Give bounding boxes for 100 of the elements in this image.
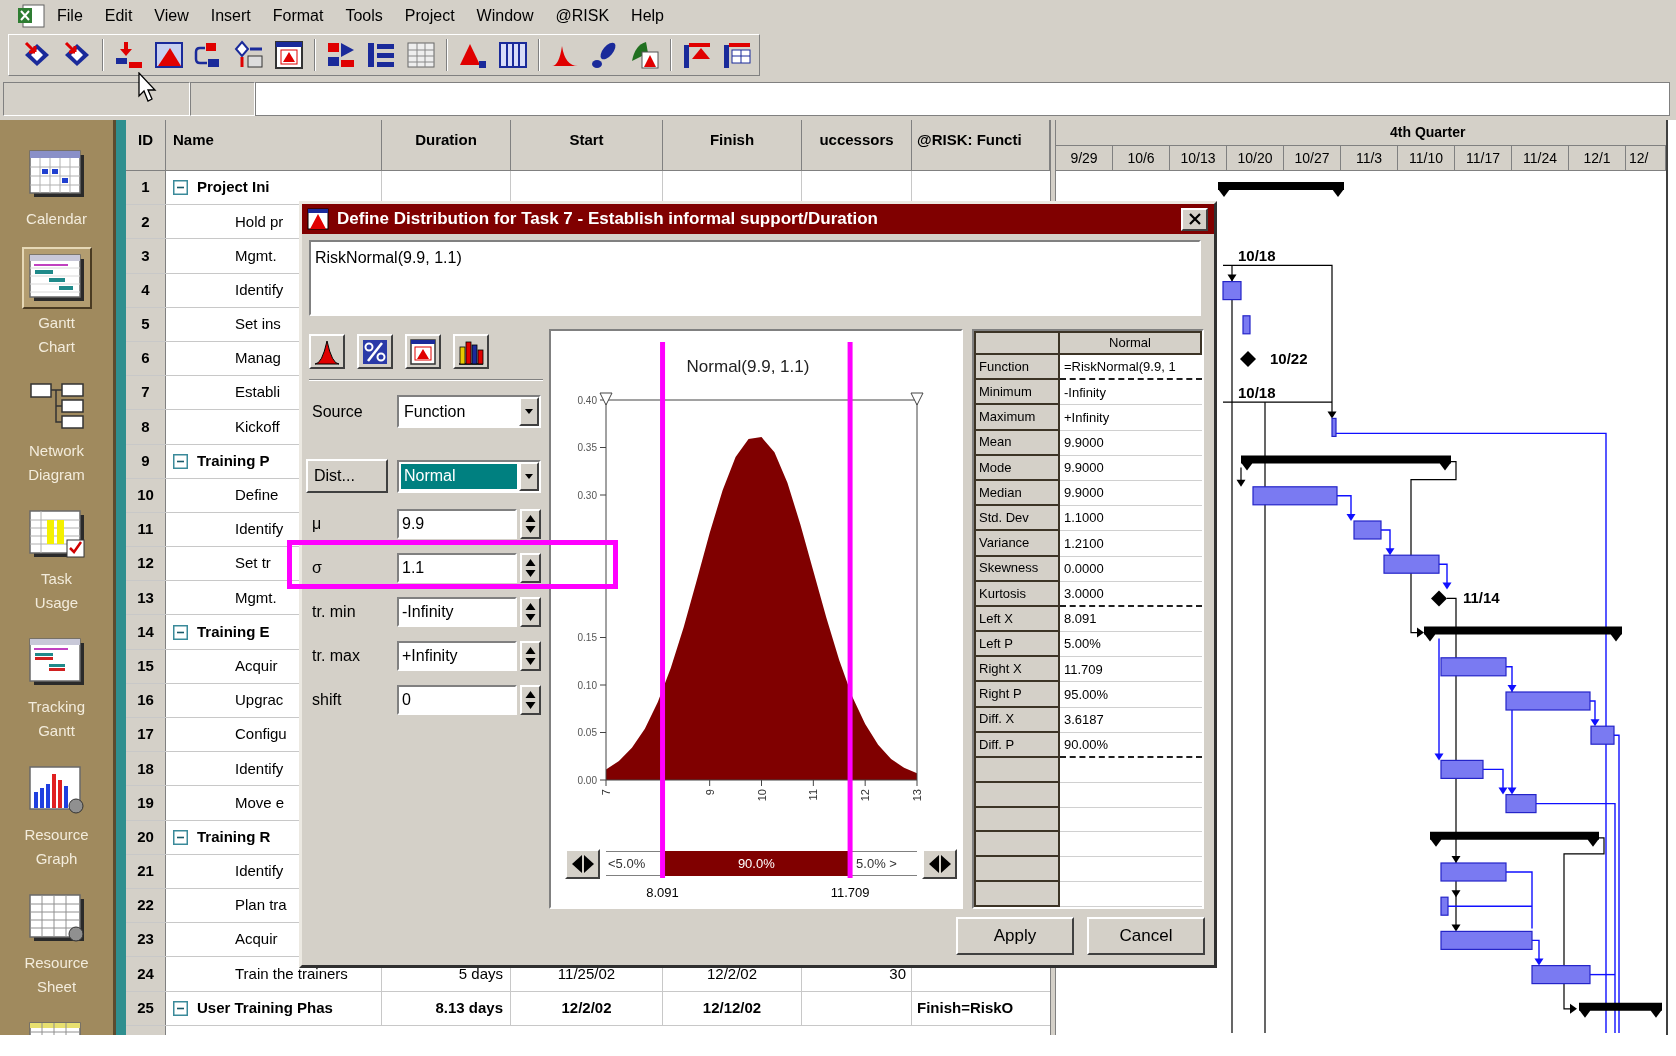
diamond-branch-icon[interactable]	[234, 40, 264, 70]
flag-grid-icon[interactable]	[722, 40, 752, 70]
row-id-cell[interactable]: 4	[126, 273, 166, 307]
task-start: 11/25/02	[557, 963, 616, 984]
spin-button[interactable]	[520, 641, 541, 671]
triangle-window-icon[interactable]	[154, 40, 184, 70]
row-id-cell[interactable]: 21	[126, 854, 166, 888]
menu-item[interactable]: @RISK	[544, 6, 621, 26]
row-id-cell[interactable]: 12	[126, 547, 166, 581]
app-icon[interactable]	[17, 4, 46, 28]
spin-button[interactable]	[520, 685, 541, 715]
caret-icon[interactable]	[519, 461, 539, 491]
menu-item[interactable]: View	[143, 6, 200, 26]
column-header[interactable]: Start	[511, 120, 663, 171]
timescale-cell: 10/20	[1227, 146, 1284, 171]
task-name: Mgmt.	[235, 245, 277, 266]
axis-label: 13	[911, 789, 923, 802]
row-id-cell[interactable]: 5	[126, 307, 166, 341]
menu-item[interactable]: Insert	[199, 6, 262, 26]
row-id-cell[interactable]: 7	[126, 376, 166, 410]
close-icon	[1188, 213, 1201, 225]
dist-button[interactable]: Dist...	[306, 459, 388, 493]
column-header[interactable]: ID	[126, 120, 166, 171]
column-header[interactable]: Name	[166, 120, 382, 171]
task-name: Define	[235, 485, 279, 506]
cancel-button[interactable]: Cancel	[1087, 917, 1205, 955]
bars-arrow-icon[interactable]	[114, 40, 144, 70]
spin-button[interactable]	[520, 553, 541, 583]
row-id-cell[interactable]: 16	[126, 683, 166, 717]
menu-item[interactable]: Edit	[93, 6, 144, 26]
axis-label: 9	[703, 789, 716, 796]
row-id-cell[interactable]: 9	[126, 444, 166, 478]
row-id-cell[interactable]: 22	[126, 888, 166, 923]
statistic-value: -Infinity	[1060, 380, 1202, 406]
delimiter-arrow-button[interactable]	[922, 848, 957, 879]
row-id-cell[interactable]: 6	[126, 341, 166, 376]
number-field[interactable]: -Infinity	[397, 597, 517, 627]
up-down-arrows-icon	[525, 602, 536, 622]
formula-field[interactable]: RiskNormal(9.9, 1.1)	[309, 240, 1201, 316]
number-field[interactable]: 1.1	[397, 553, 517, 583]
row-id-cell[interactable]: 13	[126, 581, 166, 615]
number-field[interactable]: 0	[397, 685, 517, 715]
field-label: shift	[311, 690, 343, 710]
spin-button[interactable]	[520, 597, 541, 627]
row-id-cell[interactable]: 24	[126, 957, 166, 991]
triangle-marker-icon[interactable]	[910, 392, 924, 406]
delimiter-arrow-button[interactable]	[565, 848, 600, 879]
entry-field[interactable]	[255, 82, 1670, 116]
triangle-marker-icon[interactable]	[599, 392, 613, 406]
row-id-cell[interactable]: 17	[126, 718, 166, 752]
number-field[interactable]: +Infinity	[397, 641, 517, 671]
caret-icon[interactable]	[519, 397, 539, 426]
distribution-dropdown[interactable]: Normal	[397, 459, 541, 493]
chart-option-button[interactable]	[357, 334, 393, 369]
row-id-cell[interactable]: 18	[126, 752, 166, 786]
triangle-window-icon	[307, 208, 329, 230]
spin-button[interactable]	[520, 509, 541, 539]
collapse-icon[interactable]	[173, 180, 188, 196]
statistic-value: 90.00%	[1060, 732, 1202, 758]
number-field[interactable]: 9.9	[397, 509, 517, 539]
collapse-icon[interactable]	[173, 453, 188, 469]
collapse-icon[interactable]	[173, 1000, 188, 1016]
flag-triangle-icon[interactable]	[682, 40, 712, 70]
row-id-cell[interactable]: 19	[126, 786, 166, 820]
statistic-value: 1.2100	[1060, 531, 1202, 557]
chart-option-button[interactable]	[309, 334, 345, 369]
axis-label: 12	[859, 789, 872, 802]
close-button[interactable]	[1181, 207, 1208, 231]
collapse-icon[interactable]	[173, 829, 188, 845]
menu-item[interactable]: Window	[465, 6, 545, 26]
delimiter-value: 11.709	[830, 884, 870, 902]
row-id-cell[interactable]: 8	[126, 410, 166, 444]
menu-item[interactable]: Format	[261, 6, 335, 26]
column-header[interactable]: uccessors	[802, 120, 912, 171]
menu-item[interactable]: Tools	[334, 6, 394, 26]
menu-item[interactable]: Project	[393, 6, 466, 26]
collapse-icon[interactable]	[173, 624, 188, 640]
menu-item[interactable]: Help	[620, 6, 675, 26]
column-header[interactable]: Duration	[382, 120, 511, 171]
row-id-cell[interactable]: 23	[126, 923, 166, 957]
row-id-cell[interactable]: 15	[126, 649, 166, 683]
task-name: Move e	[235, 792, 285, 813]
row-id-cell[interactable]: 10	[126, 478, 166, 512]
figure-triangle-icon[interactable]	[630, 40, 660, 70]
row-id-cell[interactable]: 3	[126, 239, 166, 273]
row-id-cell[interactable]: 1	[126, 171, 166, 205]
menu-item[interactable]: File	[46, 6, 94, 26]
row-id-cell[interactable]: 11	[126, 512, 166, 547]
row-id-cell[interactable]: 14	[126, 615, 166, 649]
blocks-arrow-icon[interactable]	[326, 40, 356, 70]
columns-icon[interactable]	[498, 40, 528, 70]
chart-option-button[interactable]	[405, 334, 441, 369]
source-dropdown[interactable]: Function	[397, 395, 541, 428]
row-id-cell[interactable]: 20	[126, 820, 166, 854]
chart-option-button[interactable]	[453, 334, 489, 369]
statistic-value: 11.709	[1060, 657, 1202, 683]
row-id-cell[interactable]: 2	[126, 205, 166, 239]
row-id-cell[interactable]: 25	[126, 991, 166, 1025]
list-icon[interactable]	[366, 40, 396, 70]
column-header[interactable]: Finish	[663, 120, 802, 171]
